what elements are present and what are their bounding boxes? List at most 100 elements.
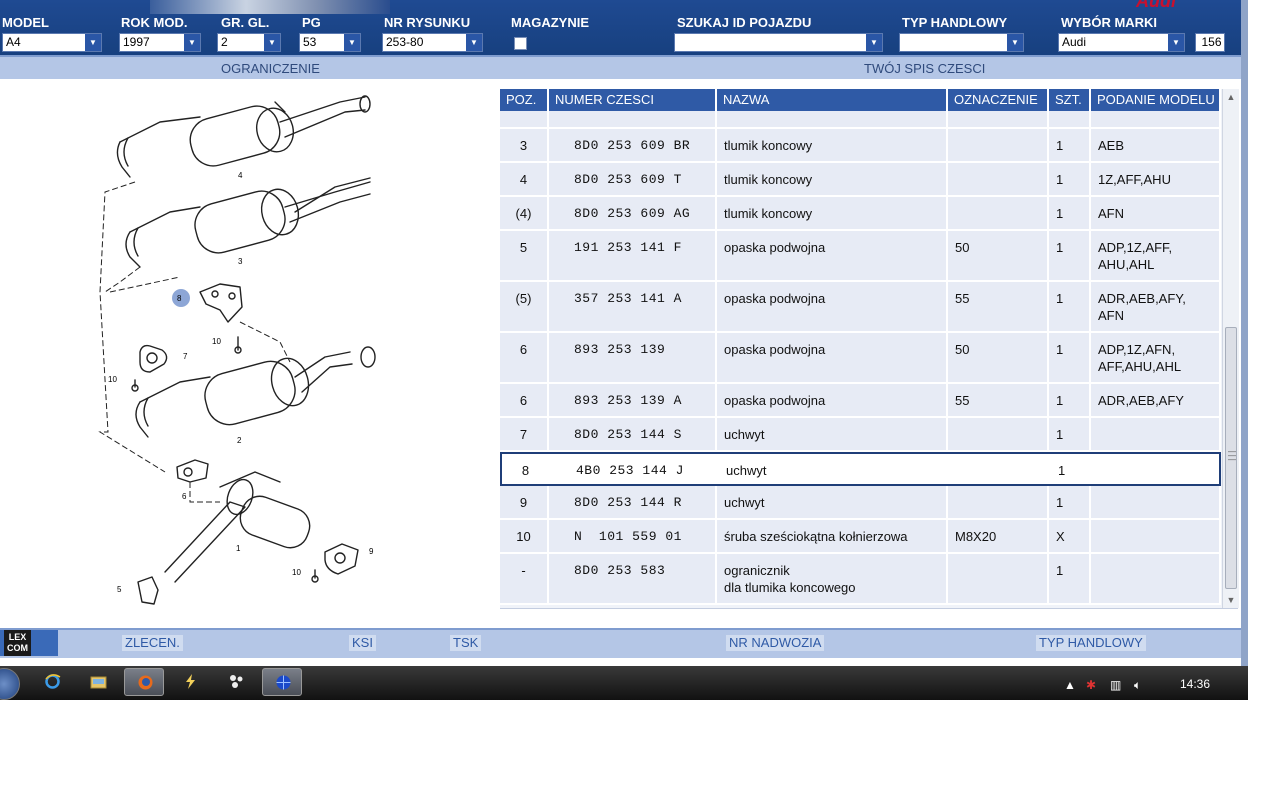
part-number-cell: 893 253 139 A xyxy=(549,384,717,416)
part-number-cell: 8D0 253 144 S xyxy=(549,418,717,450)
folder-icon xyxy=(90,676,107,689)
antivirus-icon[interactable]: ✱ xyxy=(1086,678,1096,692)
part-number-cell: 357 253 141 A xyxy=(549,282,717,331)
show-hidden-icons-icon[interactable]: ▲ xyxy=(1064,678,1076,692)
empty-cell xyxy=(549,111,717,127)
callout-5[interactable]: 5 xyxy=(117,585,122,594)
table-row[interactable]: 5 191 253 141 Fopaska podwojna 50 1 ADP,1Z,A… xyxy=(500,231,1221,282)
orders-button[interactable]: ZLECEN. xyxy=(122,635,183,651)
table-row[interactable]: 7 8D0 253 144 Suchwyt 1 xyxy=(500,418,1221,452)
scroll-down-arrow-icon[interactable]: ▼ xyxy=(1223,592,1239,608)
nr-value: 253-80 xyxy=(386,35,424,49)
chevron-down-icon[interactable]: ▼ xyxy=(344,34,360,51)
callout-3[interactable]: 3 xyxy=(238,257,243,266)
position-cell: 4 xyxy=(500,163,549,195)
table-row[interactable]: 9 8D0 253 144 Ruchwyt 1 xyxy=(500,486,1221,520)
tsk-button[interactable]: TSK xyxy=(450,635,482,651)
table-row-partial[interactable] xyxy=(500,111,1221,129)
lightning-icon xyxy=(186,674,195,689)
vertical-scrollbar[interactable]: ▲ — — — ▼ xyxy=(1222,89,1239,608)
table-row[interactable]: 3 8D0 253 609 BR tlumik koncowy 1 AEB xyxy=(500,129,1221,163)
grip-icon: — — — xyxy=(1228,447,1236,464)
part-number-cell: 191 253 141 F xyxy=(549,231,717,280)
model-cell: AEB xyxy=(1091,129,1221,161)
clock[interactable]: 14:36 xyxy=(1180,677,1210,691)
table-row[interactable]: 6 893 253 139 opaska podwojna 50 1 ADP,1Z,AFN… xyxy=(500,333,1221,384)
table-row[interactable]: 4 8D0 253 609 Ttlumik koncowy 1 1Z,AFF,AHU xyxy=(500,163,1221,197)
designation-cell xyxy=(948,129,1049,161)
column-header-szt[interactable]: SZT. xyxy=(1049,89,1091,111)
scrollbar-thumb[interactable]: — — — xyxy=(1225,327,1237,589)
part-number-cell: 8D0 253 583 xyxy=(549,554,717,603)
chevron-down-icon[interactable]: ▼ xyxy=(1007,34,1023,51)
name-cell: opaska podwojna xyxy=(717,282,948,331)
table-row[interactable]: -8D0 253 583 ogranicznik dla tlumika konc… xyxy=(500,554,1221,605)
table-row[interactable]: (4) 8D0 253 609 AG tlumik koncowy 1 AFN xyxy=(500,197,1221,231)
szukaj-select[interactable]: ▼ xyxy=(674,33,883,52)
part-number-cell: 4B0 253 144 J xyxy=(551,454,719,484)
taskbar-ie[interactable] xyxy=(32,668,72,696)
empty-cell xyxy=(1091,111,1221,127)
column-header-num[interactable]: NUMER CZESCI xyxy=(549,89,717,111)
in-stock-checkbox[interactable] xyxy=(514,37,527,50)
name-cell: uchwyt xyxy=(717,486,948,518)
nr-select[interactable]: 253-80 ▼ xyxy=(382,33,483,52)
callout-4[interactable]: 4 xyxy=(238,171,243,180)
table-row-selected[interactable]: 8 4B0 253 144 Juchwyt 1 xyxy=(500,452,1221,486)
marka-select[interactable]: Audi ▼ xyxy=(1058,33,1185,52)
name-cell: opaska podwojna xyxy=(717,231,948,280)
chevron-down-icon[interactable]: ▼ xyxy=(85,34,101,51)
rok-select[interactable]: 1997 ▼ xyxy=(119,33,201,52)
typ-select[interactable]: ▼ xyxy=(899,33,1024,52)
gr-label: GR. GL. xyxy=(221,15,270,30)
chevron-down-icon[interactable]: ▼ xyxy=(866,34,882,51)
column-header-nazwa[interactable]: NAZWA xyxy=(717,89,948,111)
column-header-ozn[interactable]: OZNACZENIE xyxy=(948,89,1049,111)
callout-6[interactable]: 6 xyxy=(182,492,187,501)
callout-8[interactable]: 8 xyxy=(177,294,182,303)
exploded-parts-diagram[interactable]: 4 3 8 10 7 10 2 6 1 9 10 5 xyxy=(80,82,400,617)
trade-type-button[interactable]: TYP HANDLOWY xyxy=(1036,635,1146,651)
callout-1[interactable]: 1 xyxy=(236,544,241,553)
callout-2[interactable]: 2 xyxy=(237,436,242,445)
start-button-icon[interactable] xyxy=(0,668,20,700)
taskbar-explorer[interactable] xyxy=(78,668,118,696)
table-row[interactable]: 10 N 101 559 01 śruba sześciokątna kołnier… xyxy=(500,520,1221,554)
empty-cell xyxy=(948,111,1049,127)
taskbar-firefox[interactable] xyxy=(124,668,164,696)
designation-cell xyxy=(948,418,1049,450)
designation-cell xyxy=(948,197,1049,229)
column-header-model[interactable]: PODANIE MODELU xyxy=(1091,89,1221,111)
volume-icon[interactable]: 🔈︎ xyxy=(1134,678,1141,693)
column-header-poz[interactable]: POZ. xyxy=(500,89,549,111)
model-select[interactable]: A4 ▼ xyxy=(2,33,102,52)
position-cell: 3 xyxy=(500,129,549,161)
chevron-down-icon[interactable]: ▼ xyxy=(466,34,482,51)
network-icon[interactable]: ▥ xyxy=(1110,678,1121,692)
callout-10b[interactable]: 10 xyxy=(108,375,117,384)
pg-select[interactable]: 53 ▼ xyxy=(299,33,361,52)
callout-10a[interactable]: 10 xyxy=(212,337,221,346)
table-body: 3 8D0 253 609 BR tlumik koncowy 1 AEB 4 8D0 25… xyxy=(500,111,1221,608)
taskbar-app-globe[interactable] xyxy=(262,668,302,696)
designation-cell: 55 xyxy=(948,282,1049,331)
scroll-up-arrow-icon[interactable]: ▲ xyxy=(1223,89,1239,105)
taskbar-app-dots[interactable] xyxy=(216,668,256,696)
model-value: A4 xyxy=(6,35,21,49)
callout-10c[interactable]: 10 xyxy=(292,568,301,577)
quantity-cell: 1 xyxy=(1049,384,1091,416)
chevron-down-icon[interactable]: ▼ xyxy=(184,34,200,51)
gr-select[interactable]: 2 ▼ xyxy=(217,33,281,52)
taskbar-app-lightning[interactable] xyxy=(170,668,210,696)
parts-table: POZ. NUMER CZESCI NAZWA OZNACZENIE SZT. PODAN… xyxy=(500,89,1239,609)
part-number-cell: 8D0 253 609 T xyxy=(549,163,717,195)
ksi-button[interactable]: KSI xyxy=(349,635,376,651)
nr-label: NR RYSUNKU xyxy=(384,15,471,30)
chevron-down-icon[interactable]: ▼ xyxy=(1168,34,1184,51)
chevron-down-icon[interactable]: ▼ xyxy=(264,34,280,51)
body-number-button[interactable]: NR NADWOZIA xyxy=(726,635,825,651)
callout-7[interactable]: 7 xyxy=(183,352,188,361)
table-row[interactable]: (5) 357 253 141 Aopaska podwojna 55 1 ADR,AE… xyxy=(500,282,1221,333)
table-row[interactable]: 6 893 253 139 Aopaska podwojna 55 1 ADR,AEB,… xyxy=(500,384,1221,418)
callout-9[interactable]: 9 xyxy=(369,547,374,556)
